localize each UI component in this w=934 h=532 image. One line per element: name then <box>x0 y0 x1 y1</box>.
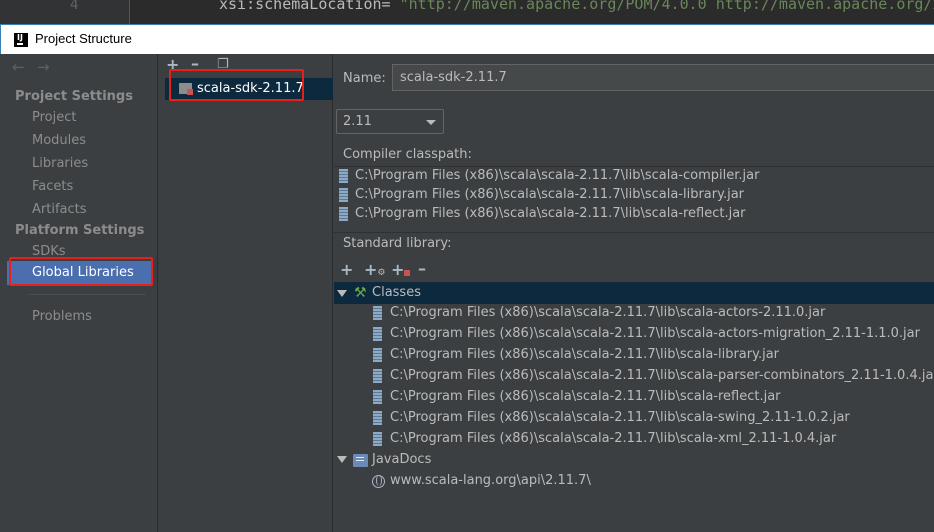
divider <box>334 232 934 233</box>
standard-library-toolbar: + +⚙ + – <box>334 259 934 283</box>
javadocs-label: JavaDocs <box>372 452 432 467</box>
classpath-path: C:\Program Files (x86)\scala\scala-2.11.… <box>355 187 745 202</box>
classpath-path: C:\Program Files (x86)\scala\scala-2.11.… <box>355 168 760 183</box>
sidebar-item-artifacts[interactable]: Artifacts <box>32 202 87 217</box>
jar-icon <box>339 188 348 202</box>
jar-icon <box>339 207 348 221</box>
window-title: Project Structure <box>35 31 132 46</box>
jar-icon <box>373 390 382 404</box>
class-path: C:\Program Files (x86)\scala\scala-2.11.… <box>390 410 850 425</box>
chevron-down-icon <box>426 120 436 125</box>
line-number: 4 <box>70 0 79 13</box>
name-field[interactable] <box>392 64 934 91</box>
class-path: C:\Program Files (x86)\scala\scala-2.11.… <box>390 326 920 341</box>
globe-icon <box>372 475 385 488</box>
sidebar-item-facets[interactable]: Facets <box>32 179 73 194</box>
libraries-panel: + – ❐ scala-sdk-2.11.7 <box>159 54 333 532</box>
jar-icon <box>373 432 382 446</box>
code-value: "http://maven.apache.org/POM/4.0.0 http:… <box>399 0 934 13</box>
project-settings-header: Project Settings <box>15 89 133 104</box>
hammer-icon: ⚒ <box>354 285 367 301</box>
name-label: Name: <box>343 71 386 86</box>
code-line: xsi:schemaLocation= "http://maven.apache… <box>219 0 934 13</box>
add-configure-icon[interactable]: +⚙ <box>364 262 385 281</box>
sidebar-item-problems[interactable]: Problems <box>32 309 92 324</box>
class-path: C:\Program Files (x86)\scala\scala-2.11.… <box>390 347 780 362</box>
remove-icon[interactable]: – <box>418 261 426 277</box>
library-details: Name: 2.11 Compiler classpath: C:\Progra… <box>334 54 934 532</box>
jar-icon <box>373 411 382 425</box>
sidebar-item-project[interactable]: Project <box>32 110 76 125</box>
classes-label: Classes <box>372 285 421 300</box>
tree-node-classes[interactable]: ⚒ Classes <box>334 282 934 304</box>
compiler-classpath-label: Compiler classpath: <box>343 147 472 162</box>
arrow-left-icon[interactable]: ← <box>12 58 25 76</box>
sidebar-item-libraries[interactable]: Libraries <box>32 156 88 171</box>
window-titlebar[interactable]: IJ Project Structure <box>0 24 934 54</box>
jar-icon <box>373 327 382 341</box>
sidebar-item-modules[interactable]: Modules <box>32 133 86 148</box>
version-value: 2.11 <box>343 114 372 129</box>
javadoc-url: www.scala-lang.org\api\2.11.7\ <box>390 473 591 488</box>
class-path: C:\Program Files (x86)\scala\scala-2.11.… <box>390 368 934 383</box>
platform-settings-header: Platform Settings <box>15 223 145 238</box>
javadoc-icon <box>353 454 368 467</box>
class-path: C:\Program Files (x86)\scala\scala-2.11.… <box>390 305 826 320</box>
expand-arrow-icon[interactable] <box>337 456 347 463</box>
divider <box>334 166 934 167</box>
scala-version-select[interactable]: 2.11 <box>336 109 444 134</box>
jar-icon <box>373 348 382 362</box>
settings-sidebar: ← → Project Settings Project Modules Lib… <box>0 54 158 532</box>
jar-icon <box>339 169 348 183</box>
code-attribute: xsi:schemaLocation= <box>219 0 391 13</box>
intellij-app-icon: IJ <box>13 32 29 48</box>
standard-library-label: Standard library: <box>343 236 452 251</box>
highlight-box-library <box>169 69 304 101</box>
expand-arrow-icon[interactable] <box>337 290 347 297</box>
highlight-box-global-libraries <box>9 257 153 286</box>
jar-icon <box>373 306 382 320</box>
add-jar-icon[interactable]: + <box>391 262 411 278</box>
add-icon[interactable]: + <box>340 262 353 278</box>
arrow-right-icon[interactable]: → <box>37 58 50 76</box>
sidebar-divider <box>28 294 146 295</box>
project-structure-dialog: ← → Project Settings Project Modules Lib… <box>0 54 934 532</box>
jar-icon <box>373 369 382 383</box>
classpath-path: C:\Program Files (x86)\scala\scala-2.11.… <box>355 206 746 221</box>
class-path: C:\Program Files (x86)\scala\scala-2.11.… <box>390 431 837 446</box>
class-path: C:\Program Files (x86)\scala\scala-2.11.… <box>390 389 781 404</box>
